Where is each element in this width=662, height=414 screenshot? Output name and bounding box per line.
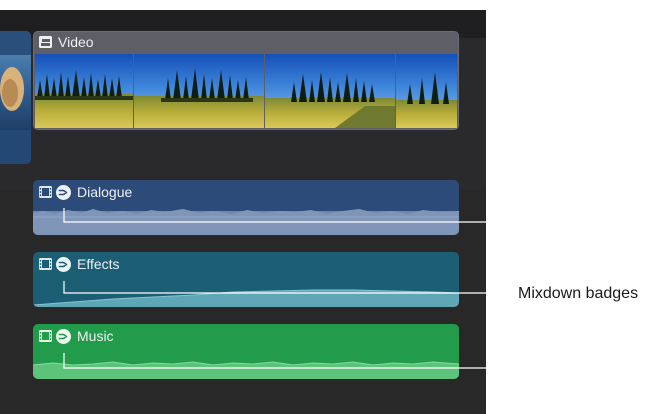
- frame-1: [35, 54, 133, 128]
- video-filmstrip: [35, 54, 457, 128]
- previous-clip[interactable]: [0, 31, 31, 164]
- effects-label: Effects: [77, 256, 120, 272]
- callout-label: Mixdown badges: [518, 285, 639, 302]
- effects-waveform: [33, 289, 459, 307]
- frame-4: [396, 54, 457, 128]
- film-strip-icon: [39, 330, 52, 342]
- mixdown-badge-icon[interactable]: [56, 184, 71, 200]
- audio-lane-dialogue[interactable]: Dialogue: [33, 180, 459, 235]
- mixdown-badge-icon[interactable]: [56, 256, 71, 272]
- dialogue-waveform: [33, 209, 459, 235]
- video-clip[interactable]: Video: [33, 31, 459, 130]
- frame-3: [265, 54, 395, 128]
- music-label: Music: [77, 328, 114, 344]
- audio-lane-effects[interactable]: Effects: [33, 252, 459, 307]
- frame-2: [134, 54, 264, 128]
- film-strip-icon: [39, 258, 52, 270]
- connected-clip-icon: [39, 36, 52, 48]
- film-strip-icon: [39, 186, 52, 198]
- video-clip-label: Video: [58, 34, 94, 50]
- video-clip-header: Video: [33, 31, 94, 53]
- dialogue-label: Dialogue: [77, 184, 133, 200]
- music-waveform: [33, 361, 459, 379]
- mixdown-badge-icon[interactable]: [56, 328, 71, 344]
- previous-clip-thumbnail: [0, 31, 31, 164]
- audio-lane-music[interactable]: Music: [33, 324, 459, 379]
